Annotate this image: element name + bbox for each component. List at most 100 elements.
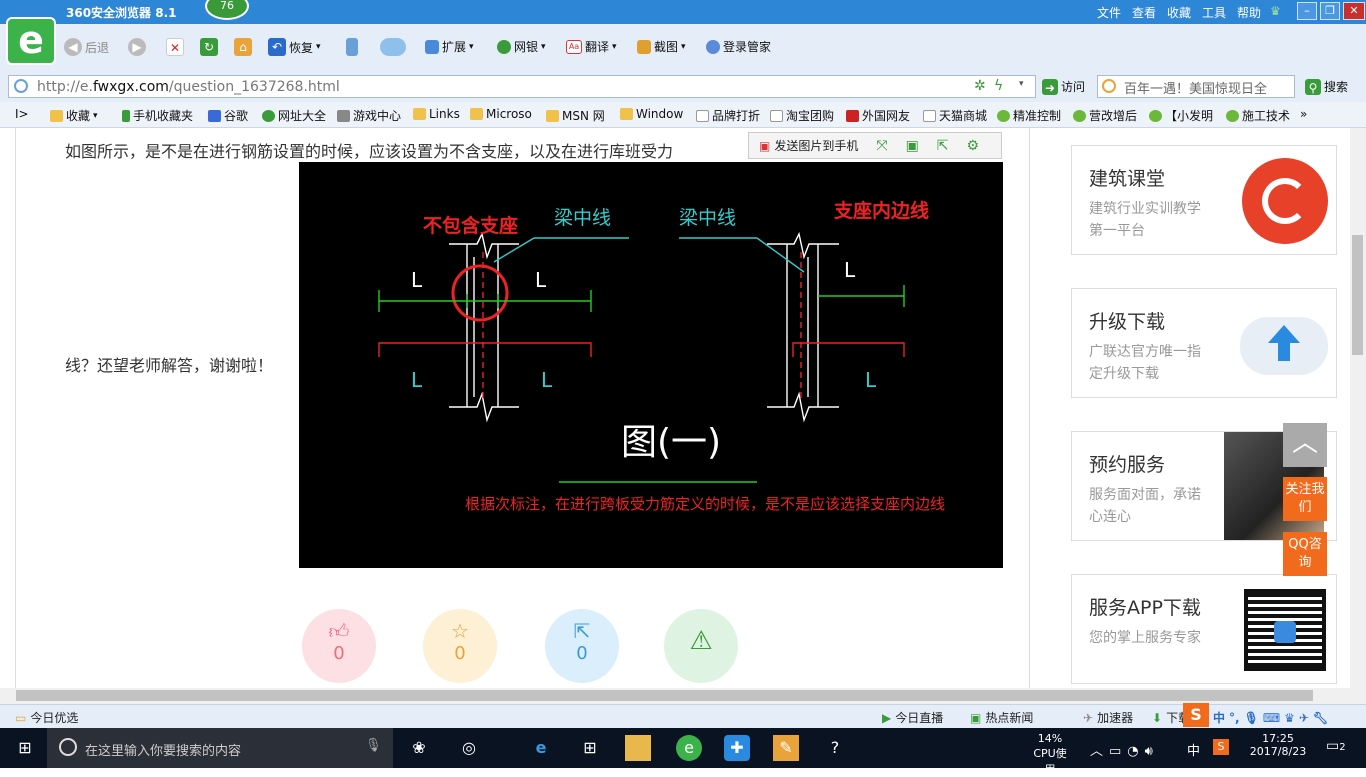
translate-button[interactable]: Aa 翻译 ▾ bbox=[566, 38, 617, 55]
fav-item[interactable]: 精准控制 bbox=[997, 107, 1061, 124]
fav-item[interactable]: 外国网友 bbox=[846, 107, 910, 124]
fav-item[interactable]: 游戏中心 bbox=[337, 107, 401, 124]
fav-item[interactable]: 手机收藏夹 bbox=[122, 107, 193, 124]
clock[interactable]: 17:25 2017/8/23 bbox=[1248, 732, 1308, 758]
page-icon bbox=[770, 109, 783, 122]
fav-item[interactable]: 谷歌 bbox=[208, 107, 248, 124]
refresh-button[interactable]: ↻ bbox=[200, 38, 218, 56]
fav-item[interactable]: 网址大全 bbox=[262, 107, 326, 124]
language-indicator[interactable]: 中 bbox=[1187, 740, 1200, 759]
visit-button[interactable]: ➜ 访问 bbox=[1042, 78, 1085, 95]
taskbar-search[interactable]: 在这里输入你要搜索的内容 🎙︎ bbox=[47, 728, 393, 768]
edge-icon[interactable]: e bbox=[528, 735, 554, 761]
phone-button[interactable] bbox=[346, 38, 358, 56]
qq-consult-button[interactable]: QQ咨询 bbox=[1283, 532, 1327, 576]
compat-icon[interactable]: ✲ bbox=[974, 78, 986, 94]
microphone-icon[interactable]: 🎙︎ bbox=[365, 738, 382, 753]
search-button[interactable]: ⚲ 搜索 bbox=[1305, 78, 1348, 95]
fav-item[interactable]: 天猫商城 bbox=[923, 107, 987, 124]
speed-mode-icon[interactable]: ϟ bbox=[994, 78, 1003, 94]
menu-favorites[interactable]: 收藏 bbox=[1167, 4, 1191, 21]
notification-center-icon[interactable]: ▭2 bbox=[1326, 738, 1346, 754]
browser-360-icon[interactable]: e bbox=[676, 735, 702, 761]
follow-us-button[interactable]: 关注我们 bbox=[1283, 477, 1327, 521]
browser-logo[interactable]: e bbox=[6, 17, 56, 65]
maximize-button[interactable]: ❐ bbox=[1320, 2, 1340, 20]
like-button[interactable]: 👍︎ 0 bbox=[302, 609, 376, 683]
file-explorer-icon[interactable] bbox=[625, 735, 651, 761]
share-icon[interactable]: ⇱ bbox=[937, 138, 949, 154]
back-to-top-button[interactable]: ︿ bbox=[1283, 423, 1327, 467]
windows-start-icon[interactable]: ⊞ bbox=[12, 735, 38, 761]
forward-button[interactable]: ▶ bbox=[128, 38, 146, 56]
tray-icons[interactable]: ︿▭◔🔊︎ bbox=[1090, 740, 1159, 759]
label-not-include-support: 不包含支座 bbox=[423, 214, 518, 237]
vertical-scrollbar[interactable] bbox=[1350, 128, 1366, 688]
send-to-phone-button[interactable]: 发送图片到手机 bbox=[774, 137, 858, 154]
home-button[interactable]: ⌂ bbox=[234, 38, 252, 56]
cpu-monitor[interactable]: 14% CPU使用 bbox=[1030, 732, 1070, 777]
sogou-tray-icon[interactable]: S bbox=[1213, 739, 1229, 755]
menu-tools[interactable]: 工具 bbox=[1202, 4, 1226, 21]
store-icon[interactable]: ⊞ bbox=[577, 735, 603, 761]
menu-file[interactable]: 文件 bbox=[1097, 4, 1121, 21]
close-button[interactable]: ✕ bbox=[1343, 2, 1365, 20]
fav-item[interactable]: MSN 网 bbox=[546, 107, 605, 124]
chevron-down-icon[interactable]: ▾ bbox=[1019, 79, 1024, 89]
sidebar-toggle-icon[interactable]: I> bbox=[15, 107, 29, 121]
divider bbox=[1029, 128, 1030, 688]
fav-item[interactable]: 【小发明 bbox=[1149, 107, 1213, 124]
minimize-button[interactable]: – bbox=[1297, 2, 1317, 20]
card-upgrade-download[interactable]: 升级下载 广联达官方唯一指定升级下载 bbox=[1071, 288, 1337, 398]
horizontal-scroll-thumb[interactable] bbox=[16, 690, 1313, 701]
fav-collect[interactable]: 收藏 ▾ bbox=[50, 107, 98, 124]
accelerator[interactable]: ✈ 加速器 bbox=[1083, 709, 1133, 726]
today-picks[interactable]: ▭ 今日优选 bbox=[15, 709, 78, 726]
extend-button[interactable]: 扩展 ▾ bbox=[425, 38, 474, 55]
fav-item[interactable]: 品牌打折 bbox=[696, 107, 760, 124]
save-icon[interactable]: ▣ bbox=[906, 138, 919, 154]
report-button[interactable]: ⚠ bbox=[664, 609, 738, 683]
stop-button[interactable]: ✕ bbox=[166, 38, 184, 56]
menu-view[interactable]: 查看 bbox=[1132, 4, 1156, 21]
fav-item[interactable]: 营改增后 bbox=[1073, 107, 1137, 124]
fav-item[interactable]: Microso bbox=[470, 107, 532, 121]
forward-arrow-icon: ▶ bbox=[128, 38, 146, 56]
phone-send-icon: ▣ bbox=[759, 138, 771, 153]
hot-news[interactable]: ▣ 热点新闻 bbox=[970, 709, 1033, 726]
ime-toolbar[interactable]: 中 °, 🎙︎ ⌨ ♛ ✈ 🔧︎ bbox=[1213, 709, 1328, 726]
card-app-download[interactable]: 服务APP下载 您的掌上服务专家 bbox=[1071, 574, 1337, 684]
sogou-ime-icon[interactable]: S bbox=[1183, 703, 1209, 727]
skin-icon[interactable]: ♛ bbox=[1270, 4, 1281, 18]
url-input[interactable]: http://e.fwxgx.com/question_1637268.html… bbox=[8, 75, 1036, 98]
vertical-scroll-thumb[interactable] bbox=[1352, 235, 1363, 355]
cloud-button[interactable] bbox=[380, 38, 406, 56]
more-favorites-icon[interactable]: » bbox=[1300, 107, 1307, 121]
today-live[interactable]: ▶ 今日直播 bbox=[882, 709, 943, 726]
fav-item[interactable]: 施工技术 bbox=[1226, 107, 1290, 124]
app-icon[interactable]: ◎ bbox=[456, 735, 482, 761]
warning-icon: ⚠ bbox=[689, 626, 713, 656]
restore-button[interactable]: ↶ 恢复 ▾ bbox=[268, 38, 321, 56]
search-input[interactable]: 百年一遇！美国惊现日全 bbox=[1097, 75, 1295, 98]
task-view-icon[interactable]: ❀ bbox=[406, 735, 432, 761]
notes-icon[interactable]: ✎ bbox=[773, 735, 799, 761]
app-plus-icon[interactable]: ✚ bbox=[724, 735, 750, 761]
login-manager-button[interactable]: 登录管家 bbox=[706, 38, 771, 55]
fullscreen-icon[interactable]: ⤧ bbox=[876, 138, 887, 154]
fav-item[interactable]: 淘宝团购 bbox=[770, 107, 834, 124]
menu-help[interactable]: 帮助 bbox=[1237, 4, 1261, 21]
key-icon bbox=[706, 39, 720, 54]
fav-item[interactable]: Window bbox=[620, 107, 683, 121]
back-button[interactable]: ◀ 后退 bbox=[64, 38, 109, 56]
bank-button[interactable]: 网银 ▾ bbox=[497, 38, 546, 55]
gear-icon[interactable]: ⚙ bbox=[967, 138, 980, 154]
help-app-icon[interactable]: ? bbox=[822, 735, 848, 761]
card-building-class[interactable]: 建筑课堂 建筑行业实训教学第一平台 bbox=[1071, 145, 1337, 255]
fav-item[interactable]: Links bbox=[413, 107, 460, 121]
screenshot-button[interactable]: 截图 ▾ bbox=[637, 38, 686, 55]
page-icon bbox=[923, 109, 936, 122]
share-button[interactable]: ⇱ 0 bbox=[545, 609, 619, 683]
cloud-icon bbox=[380, 38, 406, 56]
favorite-button[interactable]: ☆ 0 bbox=[423, 609, 497, 683]
